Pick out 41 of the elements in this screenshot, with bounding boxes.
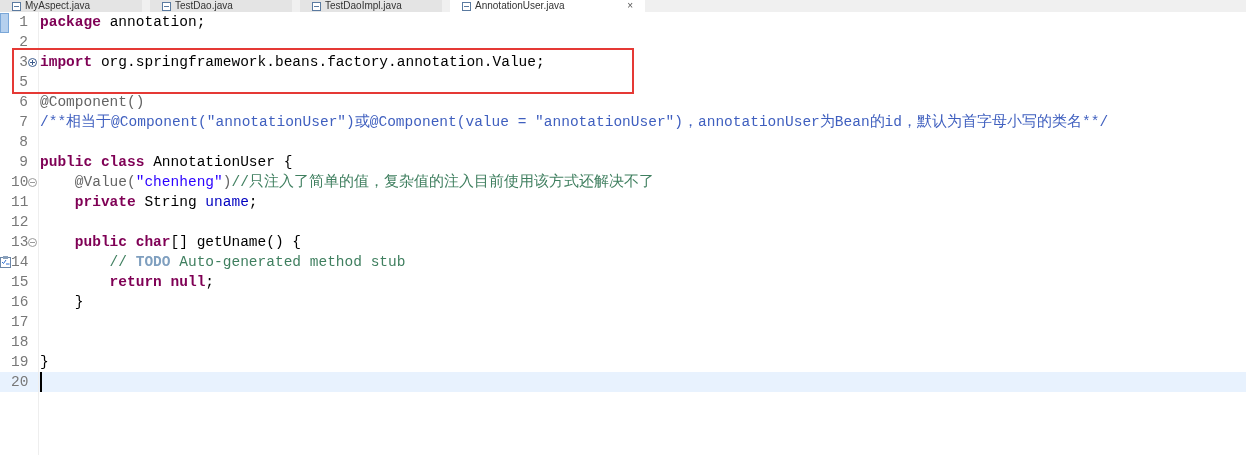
line-number: 11 — [11, 193, 28, 212]
code-line: public char[] getUname() { — [73, 233, 302, 252]
line-number: 16 — [11, 293, 28, 312]
line-number: 2 — [18, 33, 28, 52]
line-number: 14 — [11, 253, 28, 272]
code-line: return null; — [108, 273, 215, 292]
code-line: import org.springframework.beans.factory.annotation.Value; — [40, 53, 545, 72]
expand-icon[interactable] — [28, 57, 37, 67]
code-line: } — [73, 293, 84, 312]
line-number: 9 — [18, 153, 28, 172]
code-line: package annotation; — [40, 13, 206, 32]
code-line: @Value("chenheng")//只注入了简单的值，复杂值的注入目前使用该方式还解决不了 — [73, 172, 654, 192]
line-number: 19 — [11, 353, 28, 372]
editor-tab[interactable]: AnnotationUser.java × — [450, 0, 645, 12]
line-number: 15 — [11, 273, 28, 292]
code-line: /**相当于@Component("annotationUser")或@Component(value = "annotationUser")，annotationUser为Bean的id，默认为首字母小写的类名**/ — [40, 112, 1109, 132]
line-number: 18 — [11, 333, 28, 352]
code-line: // TODO Auto-generated method stub — [108, 253, 406, 272]
collapse-icon[interactable] — [28, 177, 37, 187]
line-number: 6 — [18, 93, 28, 112]
line-number: 20 — [11, 373, 28, 392]
line-number: 10 — [11, 173, 28, 192]
line-number: 1 — [18, 13, 28, 32]
editor-tab[interactable]: MyAspect.java — [0, 0, 142, 12]
editor-tab[interactable]: TestDao.java — [150, 0, 292, 12]
close-tab-button[interactable]: × — [627, 0, 633, 12]
editor-tab[interactable]: TestDaoImpl.java — [300, 0, 442, 12]
code-line: } — [40, 353, 49, 372]
code-line: public class AnnotationUser { — [40, 153, 293, 172]
line-number: 7 — [18, 113, 28, 132]
change-marker-icon — [0, 13, 9, 33]
code-line: @Component() — [40, 93, 145, 112]
collapse-icon[interactable] — [28, 237, 37, 247]
line-number: 8 — [18, 133, 28, 152]
line-number: 5 — [18, 73, 28, 92]
text-cursor — [40, 372, 42, 392]
line-number: 13 — [11, 233, 28, 252]
code-line: private String uname; — [73, 193, 258, 212]
line-number: 12 — [11, 213, 28, 232]
line-number: 3 — [18, 53, 28, 72]
line-number: 17 — [11, 313, 28, 332]
